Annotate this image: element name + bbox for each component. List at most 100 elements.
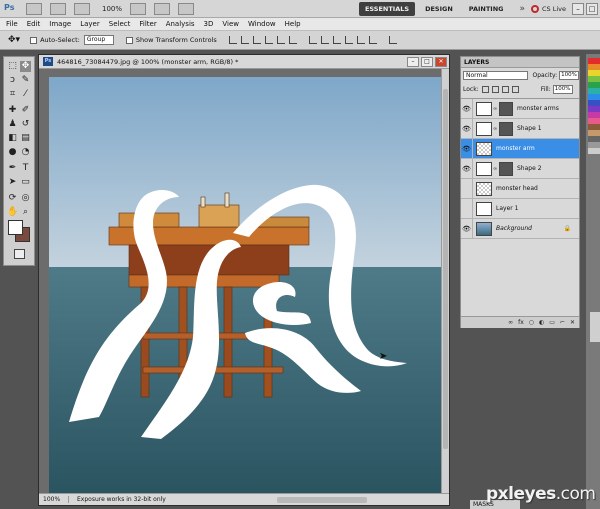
canvas[interactable]: ➤ — [49, 77, 441, 493]
pen-tool-icon[interactable]: ✒ — [7, 163, 18, 174]
eyedropper-tool-icon[interactable]: ⁄ — [20, 89, 31, 100]
layer-row-selected[interactable]: 👁 monster arm — [461, 138, 579, 159]
healing-brush-tool-icon[interactable]: ✚ — [7, 105, 18, 116]
hand-tool-icon[interactable]: ✋ — [7, 207, 18, 218]
menu-filter[interactable]: Filter — [139, 20, 156, 28]
layer-row[interactable]: monster head — [461, 178, 579, 199]
layer-mask-thumbnail[interactable] — [499, 121, 513, 136]
menu-file[interactable]: File — [6, 20, 18, 28]
visibility-toggle-empty[interactable] — [461, 178, 473, 199]
align-left-icon[interactable] — [264, 36, 273, 44]
align-bottom-icon[interactable] — [252, 36, 261, 44]
zoom-level-dropdown[interactable]: 100% — [102, 5, 122, 13]
clone-stamp-tool-icon[interactable]: ♟ — [7, 119, 18, 130]
lock-image-icon[interactable] — [491, 86, 499, 93]
workspace-essentials-button[interactable]: ESSENTIALS — [358, 1, 416, 16]
new-group-icon[interactable]: ▭ — [549, 319, 555, 326]
document-minimize-button[interactable]: – — [407, 56, 419, 67]
swatches-panel[interactable] — [588, 58, 600, 154]
menu-3d[interactable]: 3D — [204, 20, 214, 28]
adjustment-layer-icon[interactable]: ◐ — [539, 319, 544, 326]
fill-field[interactable]: 100% — [552, 85, 573, 94]
marquee-tool-icon[interactable]: ⬚ — [7, 61, 18, 72]
zoom-tool-icon[interactable]: ⌕ — [20, 207, 31, 218]
quick-mask-icon[interactable] — [14, 249, 25, 259]
horizontal-scroll-thumb[interactable] — [277, 497, 367, 503]
show-transform-checkbox[interactable] — [125, 36, 133, 44]
3d-orbit-tool-icon[interactable]: ◎ — [20, 193, 31, 204]
document-title-bar[interactable]: Ps 464816_73084479.jpg @ 100% (monster a… — [39, 55, 449, 69]
shape-tool-icon[interactable]: ▭ — [20, 177, 31, 188]
visibility-toggle-empty[interactable] — [461, 198, 473, 219]
eraser-tool-icon[interactable]: ◧ — [7, 133, 18, 144]
opacity-field[interactable]: 100% — [559, 71, 579, 80]
dodge-tool-icon[interactable]: ◔ — [20, 147, 31, 158]
distribute-left-icon[interactable] — [344, 36, 353, 44]
align-vcenter-icon[interactable] — [240, 36, 249, 44]
menu-edit[interactable]: Edit — [27, 20, 41, 28]
new-layer-icon[interactable]: ⌐ — [560, 319, 565, 326]
distribute-top-icon[interactable] — [308, 36, 317, 44]
link-layers-icon[interactable]: ∞ — [508, 319, 513, 326]
align-right-icon[interactable] — [288, 36, 297, 44]
3d-rotate-tool-icon[interactable]: ⟳ — [7, 193, 18, 204]
launch-bridge-button[interactable] — [26, 2, 42, 15]
cs-live-button[interactable]: CS Live — [530, 4, 566, 13]
menu-view[interactable]: View — [222, 20, 239, 28]
delete-layer-icon[interactable]: ✕ — [570, 319, 575, 326]
more-workspaces-icon[interactable]: » — [519, 4, 525, 14]
visibility-eye-icon[interactable]: 👁 — [461, 98, 473, 119]
mask-link-icon[interactable]: ∞ — [493, 166, 498, 172]
brush-tool-icon[interactable]: ✐ — [20, 105, 31, 116]
layer-row[interactable]: 👁 ∞ Shape 1 — [461, 118, 579, 139]
view-extras-button[interactable] — [50, 2, 66, 15]
menu-layer[interactable]: Layer — [80, 20, 100, 28]
quick-selection-tool-icon[interactable]: ✎ — [20, 75, 31, 86]
menu-help[interactable]: Help — [285, 20, 301, 28]
visibility-eye-icon[interactable]: 👁 — [461, 138, 473, 159]
auto-select-checkbox[interactable] — [30, 36, 38, 44]
layer-row[interactable]: 👁 ∞ Shape 2 — [461, 158, 579, 179]
document-close-button[interactable]: ✕ — [435, 56, 447, 67]
lock-transparent-icon[interactable] — [481, 86, 489, 93]
document-maximize-button[interactable]: □ — [421, 56, 433, 67]
workspace-painting-button[interactable]: PAINTING — [463, 2, 510, 16]
menu-analysis[interactable]: Analysis — [166, 20, 195, 28]
maximize-button[interactable]: □ — [586, 2, 598, 15]
layer-mask-thumbnail[interactable] — [499, 101, 513, 116]
arrange-documents-button[interactable] — [74, 2, 90, 15]
path-selection-tool-icon[interactable]: ➤ — [7, 177, 18, 188]
mask-link-icon[interactable]: ∞ — [493, 126, 498, 132]
visibility-eye-icon[interactable]: 👁 — [461, 218, 473, 239]
blur-tool-icon[interactable]: ● — [7, 147, 18, 158]
layer-row-background[interactable]: 👁 Background 🔒 — [461, 218, 579, 239]
auto-align-icon[interactable] — [388, 36, 397, 44]
align-top-icon[interactable] — [228, 36, 237, 44]
vertical-scroll-thumb[interactable] — [443, 89, 448, 449]
menu-window[interactable]: Window — [248, 20, 276, 28]
visibility-eye-icon[interactable]: 👁 — [461, 118, 473, 139]
lock-all-icon[interactable] — [511, 86, 519, 93]
adjustments-panel-edge[interactable] — [590, 312, 600, 342]
add-mask-icon[interactable]: ○ — [529, 319, 534, 326]
workspace-design-button[interactable]: DESIGN — [419, 2, 459, 16]
align-hcenter-icon[interactable] — [276, 36, 285, 44]
layer-mask-thumbnail[interactable] — [499, 161, 513, 176]
distribute-vcenter-icon[interactable] — [320, 36, 329, 44]
layer-row[interactable]: 👁 ∞ monster arms — [461, 98, 579, 119]
vertical-scrollbar[interactable] — [441, 69, 449, 493]
blend-mode-dropdown[interactable]: Normal — [463, 71, 529, 80]
minimize-button[interactable]: – — [572, 2, 584, 15]
type-tool-icon[interactable]: T — [20, 163, 31, 174]
foreground-color-swatch[interactable] — [8, 220, 23, 235]
menu-image[interactable]: Image — [49, 20, 71, 28]
crop-tool-icon[interactable]: ⌗ — [7, 89, 18, 100]
layers-tab[interactable]: LAYERS — [461, 57, 579, 68]
mask-link-icon[interactable]: ∞ — [493, 106, 498, 112]
status-zoom-field[interactable]: 100% — [43, 496, 69, 503]
screen-mode-button[interactable] — [178, 2, 195, 15]
move-tool-icon[interactable]: ✥ — [20, 61, 31, 72]
move-tool-preset-icon[interactable]: ✥▾ — [8, 35, 20, 45]
gradient-tool-icon[interactable]: ▤ — [20, 133, 31, 144]
distribute-hcenter-icon[interactable] — [356, 36, 365, 44]
